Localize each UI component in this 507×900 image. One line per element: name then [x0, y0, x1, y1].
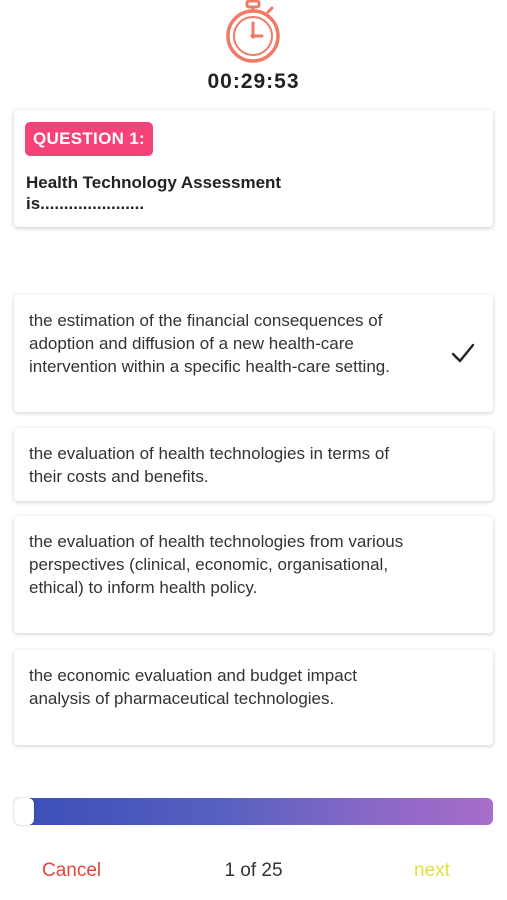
progress-slider-handle[interactable]	[14, 798, 34, 825]
answer-option-text: the estimation of the financial conseque…	[29, 311, 390, 376]
answer-option-3[interactable]: the evaluation of health technologies fr…	[14, 516, 493, 633]
answer-option-text: the evaluation of health technologies in…	[29, 444, 390, 486]
answer-option-text: the economic evaluation and budget impac…	[29, 666, 357, 708]
checkmark-icon	[451, 343, 475, 363]
next-button[interactable]: next	[414, 860, 450, 882]
answer-option-4[interactable]: the economic evaluation and budget impac…	[14, 650, 493, 745]
answer-option-2[interactable]: the evaluation of health technologies in…	[14, 428, 493, 501]
question-card: QUESTION 1: Health Technology Assessment…	[14, 110, 493, 227]
answer-option-1[interactable]: the estimation of the financial conseque…	[14, 295, 493, 412]
countdown-timer: 00:29:53	[207, 70, 300, 93]
stopwatch-icon	[226, 0, 280, 63]
answer-option-text: the evaluation of health technologies fr…	[29, 532, 404, 597]
cancel-button[interactable]: Cancel	[42, 860, 101, 882]
progress-slider[interactable]	[14, 798, 493, 825]
question-number-badge: QUESTION 1:	[25, 122, 153, 156]
question-text: Health Technology Assessment is.........…	[26, 173, 282, 213]
